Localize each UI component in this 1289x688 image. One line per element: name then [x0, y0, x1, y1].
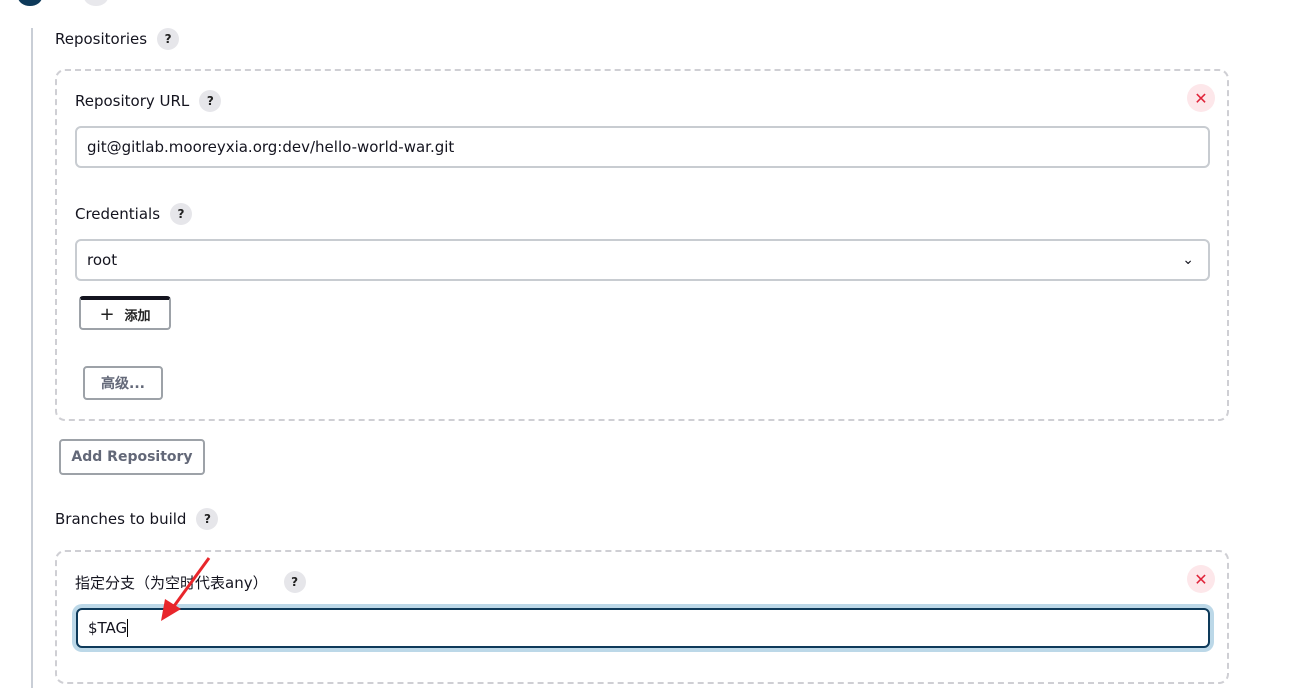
add-label: 添加: [124, 308, 151, 324]
repositories-label: Repositories ?: [55, 28, 180, 50]
credentials-title: Credentials: [75, 205, 161, 223]
add-repository-button[interactable]: Add Repository: [59, 439, 205, 475]
branch-value: $TAG: [88, 619, 128, 637]
repository-url-input[interactable]: git@gitlab.mooreyxia.org:dev/hello-world…: [75, 126, 1210, 168]
section-divider: [31, 28, 33, 688]
text-cursor: [127, 619, 129, 637]
branch-block: ✕ 指定分支（为空时代表any） ? $TAG: [55, 550, 1229, 684]
close-icon[interactable]: ✕: [1187, 84, 1215, 112]
chevron-down-icon: ⌄: [1182, 252, 1194, 268]
add-credentials-button[interactable]: + 添加: [79, 296, 171, 330]
branches-label: Branches to build ?: [55, 508, 219, 530]
step-indicator-active: [18, 0, 42, 6]
advanced-button[interactable]: 高级...: [83, 366, 163, 400]
repository-url-title: Repository URL: [75, 92, 190, 110]
branch-specifier-input[interactable]: $TAG: [76, 608, 1210, 648]
help-icon[interactable]: ?: [283, 571, 306, 593]
help-icon[interactable]: ?: [196, 508, 219, 530]
repositories-title: Repositories: [55, 30, 148, 48]
repository-url-label: Repository URL ?: [75, 90, 222, 112]
credentials-value: root: [87, 251, 118, 269]
plus-icon: +: [99, 303, 115, 325]
repository-block: ✕ Repository URL ? git@gitlab.mooreyxia.…: [55, 69, 1229, 421]
branches-title: Branches to build: [55, 510, 187, 528]
annotation-arrow-icon: [161, 557, 211, 621]
credentials-label: Credentials ?: [75, 203, 193, 225]
step-indicator: [84, 0, 108, 6]
help-icon[interactable]: ?: [170, 203, 193, 225]
help-icon[interactable]: ?: [157, 28, 180, 50]
close-icon[interactable]: ✕: [1187, 565, 1215, 593]
help-icon[interactable]: ?: [199, 90, 222, 112]
credentials-select[interactable]: root ⌄: [75, 239, 1210, 281]
